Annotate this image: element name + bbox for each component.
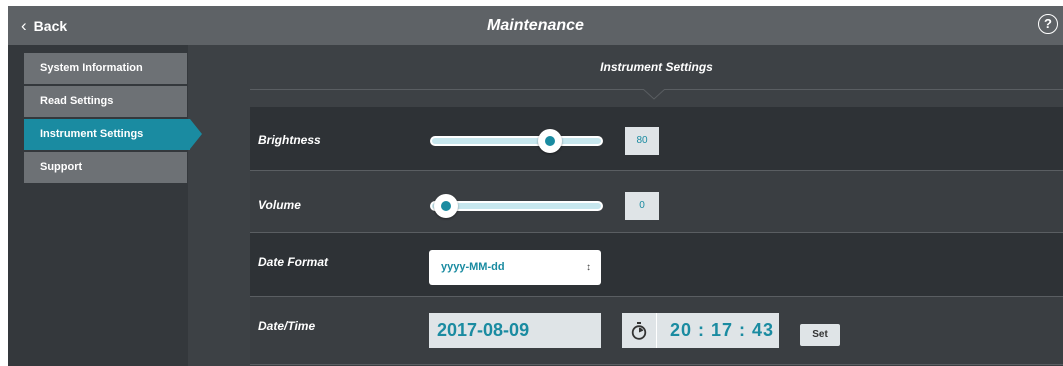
date-format-row: Date Format yyyy-MM-dd ↕ [250, 233, 1063, 296]
volume-slider-handle[interactable] [434, 194, 458, 218]
brightness-value: 80 [625, 127, 659, 155]
brightness-row: Brightness 80 [250, 107, 1063, 170]
sidebar-item-label: Support [40, 161, 83, 173]
brightness-slider-handle[interactable] [538, 129, 562, 153]
sidebar-item-label: Instrument Settings [40, 128, 144, 140]
row-divider [250, 364, 1063, 365]
time-value: 20 : 17 : 43 [670, 320, 775, 340]
brightness-label: Brightness [258, 133, 321, 147]
chevron-left-icon: ‹ [21, 16, 27, 35]
date-format-value: yyyy-MM-dd [441, 261, 505, 273]
header-bar: ‹ Back Maintenance ? [8, 6, 1063, 45]
back-label: Back [33, 17, 68, 34]
settings-panel: Instrument Settings Brightness 80 Volume… [188, 45, 1063, 366]
date-time-label: Date/Time [258, 319, 316, 333]
date-field[interactable]: 2017-08-09 [429, 313, 601, 348]
section-pointer [643, 89, 665, 100]
sidebar-item-instrument-settings[interactable]: Instrument Settings [24, 119, 202, 150]
page-title: Maintenance [487, 17, 584, 34]
brightness-slider[interactable] [430, 136, 603, 146]
time-field[interactable]: 20 : 17 : 43 [622, 313, 779, 348]
sidebar-item-label: System Information [40, 62, 143, 74]
sidebar-item-label: Read Settings [40, 95, 114, 107]
sidebar-item-system-information[interactable]: System Information [24, 53, 187, 84]
app-window: ‹ Back Maintenance ? System Information … [8, 6, 1063, 366]
stopwatch-icon [622, 313, 657, 348]
set-date-time-button[interactable]: Set [800, 324, 840, 346]
updown-arrows-icon: ↕ [586, 262, 591, 273]
date-format-select[interactable]: yyyy-MM-dd ↕ [429, 250, 601, 285]
back-button[interactable]: ‹ Back [21, 6, 67, 45]
question-circle-icon: ? [1044, 16, 1052, 31]
sidebar-item-support[interactable]: Support [24, 152, 187, 183]
sidebar: System Information Read Settings Instrum… [8, 45, 202, 366]
volume-value: 0 [625, 192, 659, 220]
date-format-label: Date Format [258, 255, 329, 269]
sidebar-item-read-settings[interactable]: Read Settings [24, 86, 187, 117]
volume-label: Volume [258, 198, 301, 212]
help-button[interactable]: ? [1038, 14, 1058, 34]
section-title: Instrument Settings [600, 60, 713, 74]
volume-row: Volume 0 [250, 171, 1063, 232]
date-time-row: Date/Time 2017-08-09 20 : 17 : 43 Set [250, 297, 1063, 366]
